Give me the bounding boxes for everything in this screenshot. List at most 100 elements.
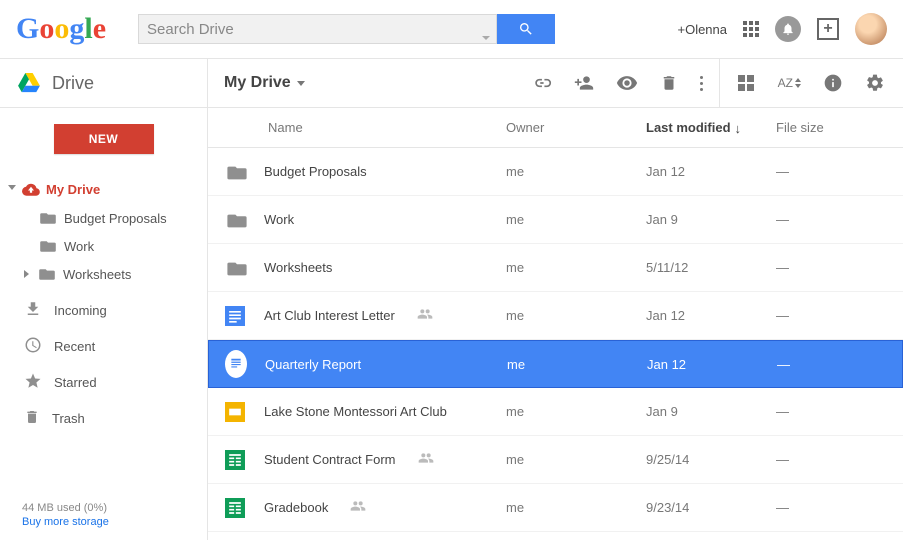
- modified-cell: 5/11/12: [646, 260, 776, 275]
- link-icon[interactable]: [532, 73, 552, 93]
- owner-cell: me: [507, 357, 647, 372]
- main: Name Owner Last modified↓ File size Budg…: [208, 108, 903, 540]
- sidebar-item-starred[interactable]: Starred: [0, 364, 207, 400]
- trash-icon[interactable]: [660, 74, 678, 92]
- owner-cell: me: [506, 212, 646, 227]
- google-logo[interactable]: Google: [16, 12, 106, 46]
- tree-child[interactable]: Work: [0, 232, 207, 260]
- toolbar-actions: [532, 72, 703, 94]
- topbar-right: +Olenna +: [677, 13, 887, 45]
- chevron-down-icon[interactable]: [8, 185, 16, 194]
- name-cell: Art Club Interest Letter: [224, 306, 506, 326]
- tree-root-label: My Drive: [46, 182, 100, 197]
- search-dropdown-icon[interactable]: [482, 36, 490, 40]
- gear-icon[interactable]: [865, 73, 885, 93]
- name-cell: Lake Stone Montessori Art Club: [224, 402, 506, 422]
- search-button[interactable]: [497, 14, 555, 44]
- file-row[interactable]: Gradebookme9/23/14—: [208, 484, 903, 532]
- file-row[interactable]: Worksheets me5/11/12—: [208, 244, 903, 292]
- col-modified[interactable]: Last modified↓: [646, 120, 776, 135]
- chevron-right-icon[interactable]: [24, 270, 29, 278]
- apps-icon[interactable]: [743, 21, 759, 37]
- info-icon[interactable]: [823, 73, 843, 93]
- name-cell: Worksheets: [224, 260, 506, 275]
- file-row[interactable]: Lake Stone Montessori Art ClubmeJan 9—: [208, 388, 903, 436]
- body: NEW My Drive Budget Proposals Work Workshe…: [0, 108, 903, 540]
- sidebar-item-label: Recent: [54, 339, 95, 354]
- storage-used-label: 44 MB used (0%): [22, 502, 207, 514]
- share-box-icon[interactable]: +: [817, 18, 839, 40]
- sidebar: NEW My Drive Budget Proposals Work Workshe…: [0, 108, 208, 540]
- user-plus-name[interactable]: +Olenna: [677, 22, 727, 37]
- file-row[interactable]: Art Club Interest Letter meJan 12—: [208, 292, 903, 340]
- storage-info: 44 MB used (0%) Buy more storage: [0, 494, 207, 540]
- folder-icon: [40, 212, 56, 225]
- sidebar-item-recent[interactable]: Recent: [0, 328, 207, 364]
- size-cell: —: [776, 164, 876, 179]
- sort-az-button[interactable]: AZ: [776, 76, 801, 90]
- brand-label: Drive: [52, 73, 94, 94]
- more-actions-icon[interactable]: [700, 76, 703, 91]
- file-name: Lake Stone Montessori Art Club: [264, 404, 447, 419]
- owner-cell: me: [506, 260, 646, 275]
- avatar[interactable]: [855, 13, 887, 45]
- preview-icon[interactable]: [616, 72, 638, 94]
- name-cell: Student Contract Form: [224, 450, 506, 470]
- trash-icon: [24, 409, 40, 428]
- tree-child[interactable]: Budget Proposals: [0, 204, 207, 232]
- new-button[interactable]: NEW: [54, 124, 154, 154]
- file-name: Student Contract Form: [264, 452, 396, 467]
- location-label: My Drive: [224, 74, 291, 92]
- sidebar-item-incoming[interactable]: Incoming: [0, 292, 207, 328]
- file-row[interactable]: WorkmeJan 9—: [208, 196, 903, 244]
- add-person-icon[interactable]: [574, 73, 594, 93]
- search-box: Search Drive: [138, 14, 555, 44]
- name-cell: Gradebook: [224, 498, 506, 518]
- size-cell: —: [776, 308, 876, 323]
- size-cell: —: [776, 452, 876, 467]
- tree-child[interactable]: Worksheets: [0, 260, 207, 288]
- name-cell: Quarterly Report: [225, 350, 507, 378]
- sidebar-item-label: Starred: [54, 375, 97, 390]
- location-dropdown[interactable]: My Drive: [224, 74, 305, 92]
- owner-cell: me: [506, 308, 646, 323]
- top-bar: Google Search Drive +Olenna +: [0, 0, 903, 58]
- tree-child-label: Budget Proposals: [64, 211, 167, 226]
- sidebar-item-label: Trash: [52, 411, 85, 426]
- shared-icon: [418, 450, 434, 469]
- tree-child-label: Worksheets: [63, 267, 131, 282]
- modified-cell: 9/23/14: [646, 500, 776, 515]
- toolbar: Drive My Drive AZ: [0, 59, 903, 107]
- doc-icon: [225, 306, 245, 326]
- folder-icon: [227, 213, 243, 226]
- file-name: Art Club Interest Letter: [264, 308, 395, 323]
- file-row[interactable]: Quarterly ReportmeJan 12—: [208, 340, 903, 388]
- name-cell: Work: [224, 212, 506, 227]
- sidebar-item-label: Incoming: [54, 303, 107, 318]
- col-name[interactable]: Name: [224, 120, 506, 135]
- grid-view-icon[interactable]: [738, 75, 754, 91]
- file-row[interactable]: Student Contract Formme9/25/14—: [208, 436, 903, 484]
- sidebar-item-trash[interactable]: Trash: [0, 400, 207, 436]
- file-row[interactable]: Budget ProposalsmeJan 12—: [208, 148, 903, 196]
- file-name: Worksheets: [264, 260, 332, 275]
- tree-root-my-drive[interactable]: My Drive: [0, 174, 207, 204]
- search-input[interactable]: Search Drive: [138, 14, 497, 44]
- modified-cell: Jan 12: [646, 308, 776, 323]
- size-cell: —: [776, 260, 876, 275]
- col-size[interactable]: File size: [776, 120, 876, 135]
- doc-icon: [225, 350, 247, 378]
- size-cell: —: [777, 357, 877, 372]
- cloud-icon: [22, 182, 40, 196]
- tree-child-label: Work: [64, 239, 94, 254]
- buy-storage-link[interactable]: Buy more storage: [22, 516, 207, 528]
- modified-cell: Jan 12: [646, 164, 776, 179]
- file-list: Budget ProposalsmeJan 12—WorkmeJan 9—Wor…: [208, 148, 903, 532]
- owner-cell: me: [506, 404, 646, 419]
- sort-desc-icon: ↓: [735, 121, 742, 136]
- notifications-icon[interactable]: [775, 16, 801, 42]
- search-icon: [518, 21, 534, 37]
- folder-icon: [40, 240, 56, 253]
- col-owner[interactable]: Owner: [506, 120, 646, 135]
- brand-cell[interactable]: Drive: [0, 59, 208, 107]
